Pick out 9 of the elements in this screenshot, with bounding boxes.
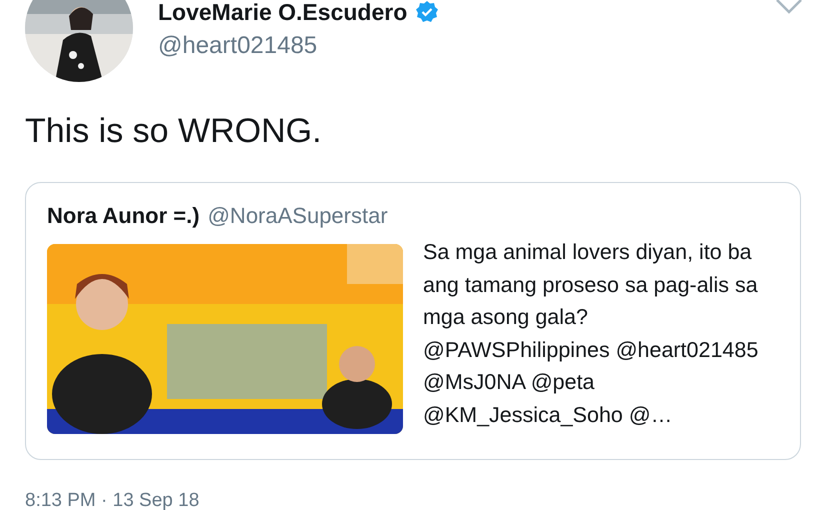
quoted-author-handle: @NoraASuperstar [208,202,388,230]
quoted-author-name: Nora Aunor =.) [47,202,200,230]
author-name[interactable]: LoveMarie O.Escudero [158,0,408,24]
quoted-tweet-text: Sa mga animal lovers diyan, ito ba ang tamang proseso sa pag-alis sa mga asong gala? @PAWSPhilippines @heart021485 @MsJ0NA @peta @KM_Jessica_Soho @… [423,239,760,428]
timestamp: 8:13 PM · 13 Sep 18 [25,491,200,510]
quoted-tweet-card[interactable]: Nora Aunor =.) @NoraASuperstar Sa mga animal lovers diyan, ito ba ang tamang proseso sa pag-alis sa mga asong gala? @PAWSPhilippines @heart021485 @MsJ0NA @peta @KM_Jessica_Soho @… [25,182,801,460]
author-handle[interactable]: @heart021485 [158,34,440,58]
tweet-text: This is so WRONG. [24,114,323,148]
chevron-down-icon[interactable] [775,0,803,14]
